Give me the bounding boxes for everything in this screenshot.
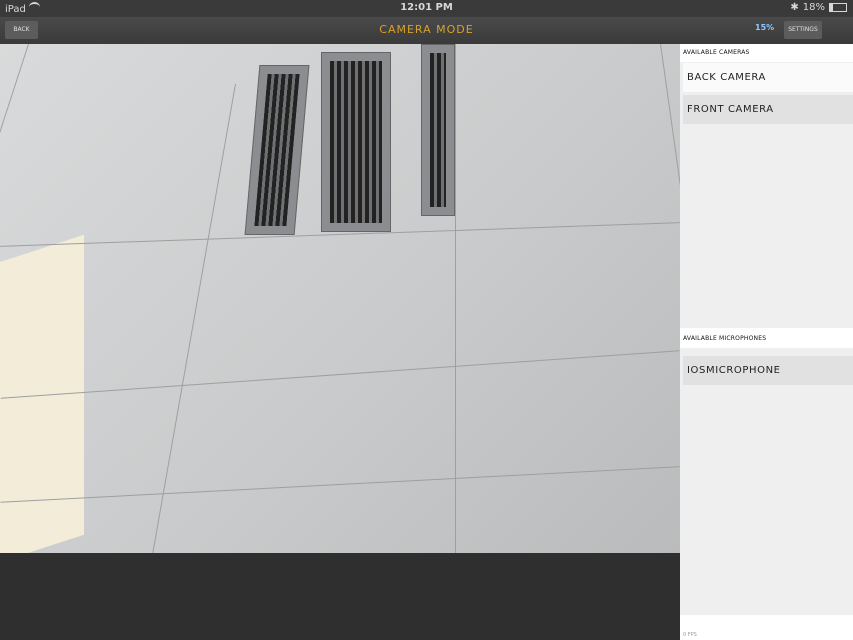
fps-counter: 0 FPS (683, 632, 697, 638)
status-right: ✱ 18% (790, 2, 847, 13)
microphones-label: AVAILABLE MICROPHONES (683, 335, 767, 342)
ceiling-line (0, 350, 680, 399)
status-bar: iPad 12:01 PM ✱ 18% (0, 0, 853, 17)
camera-option-back[interactable]: BACK CAMERA (683, 63, 853, 92)
vent-slat (321, 52, 391, 232)
bluetooth-icon: ✱ (790, 2, 799, 13)
vent-slat (421, 44, 455, 216)
microphones-header: AVAILABLE MICROPHONES (680, 328, 853, 348)
cameras-header: AVAILABLE CAMERAS (680, 44, 853, 62)
page-title: CAMERA MODE (379, 23, 474, 36)
battery-percent: 18% (802, 2, 825, 13)
ceiling-line (455, 44, 456, 553)
vent-slat (244, 65, 310, 235)
ceiling-line (660, 44, 680, 553)
footer-strip (680, 615, 853, 640)
ceiling-line (0, 466, 680, 503)
microphone-option-ios[interactable]: IOSMICROPHONE (683, 356, 853, 385)
camera-option-front[interactable]: FRONT CAMERA (683, 95, 853, 124)
settings-button[interactable]: SETTINGS (784, 21, 822, 39)
status-time: 12:01 PM (400, 2, 453, 13)
cameras-label: AVAILABLE CAMERAS (683, 49, 750, 56)
ceiling-line (152, 84, 236, 553)
stats-icon[interactable]: 15% (755, 23, 774, 37)
camera-feed (0, 44, 680, 553)
battery-icon (829, 3, 847, 12)
navigation-bar: BACK CAMERA MODE 15% SETTINGS (0, 17, 853, 44)
